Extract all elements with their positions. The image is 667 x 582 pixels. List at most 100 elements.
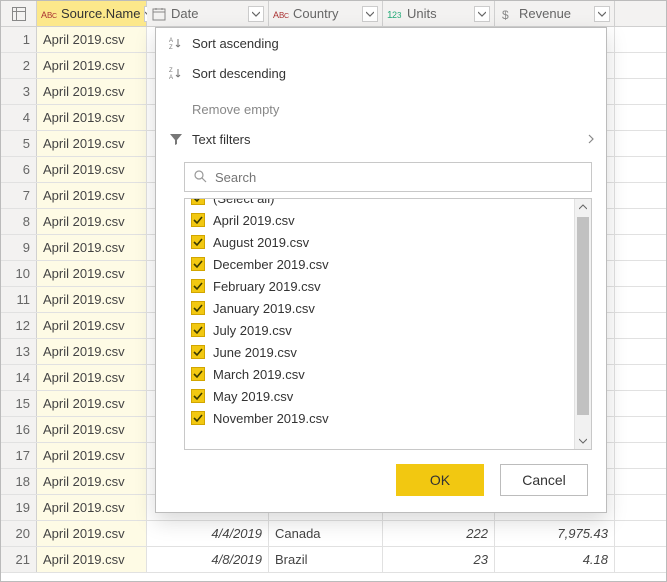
filter-item-label: July 2019.csv — [213, 323, 292, 338]
sort-descending[interactable]: ZA Sort descending — [156, 58, 606, 88]
scroll-down-icon[interactable] — [575, 433, 591, 449]
cell-source[interactable]: April 2019.csv — [37, 495, 147, 520]
table-row[interactable]: 21April 2019.csv4/8/2019Brazil234.18 — [1, 547, 666, 573]
checkbox-checked[interactable] — [191, 257, 205, 271]
cell-source[interactable]: April 2019.csv — [37, 443, 147, 468]
table-row[interactable]: 20April 2019.csv4/4/2019Canada2227,975.4… — [1, 521, 666, 547]
checkbox-checked[interactable] — [191, 345, 205, 359]
column-header-country[interactable]: ABC Country — [269, 1, 383, 26]
filter-item-label: April 2019.csv — [213, 213, 295, 228]
filter-item[interactable]: December 2019.csv — [191, 253, 568, 275]
filter-dropdown-button[interactable] — [594, 6, 610, 22]
cell-units[interactable]: 222 — [383, 521, 495, 546]
remove-empty[interactable]: Remove empty — [156, 94, 606, 124]
cell-source[interactable]: April 2019.csv — [37, 235, 147, 260]
column-header-date[interactable]: Date — [147, 1, 269, 26]
row-number: 11 — [1, 287, 37, 312]
row-number: 4 — [1, 105, 37, 130]
filter-item[interactable]: May 2019.csv — [191, 385, 568, 407]
row-number: 13 — [1, 339, 37, 364]
row-number: 10 — [1, 261, 37, 286]
cell-source[interactable]: April 2019.csv — [37, 547, 147, 572]
checkbox-checked[interactable] — [191, 213, 205, 227]
ok-button[interactable]: OK — [396, 464, 484, 496]
checkbox-checked[interactable] — [191, 235, 205, 249]
checkbox-checked[interactable] — [191, 323, 205, 337]
cell-date[interactable]: 4/8/2019 — [147, 547, 269, 572]
filter-dropdown-button[interactable] — [248, 6, 264, 22]
checkbox-checked[interactable] — [191, 301, 205, 315]
filter-item[interactable]: January 2019.csv — [191, 297, 568, 319]
filter-item[interactable]: April 2019.csv — [191, 209, 568, 231]
text-type-icon: ABC — [273, 6, 289, 22]
column-header-source[interactable]: ABC Source.Name — [37, 1, 147, 26]
cell-source[interactable]: April 2019.csv — [37, 469, 147, 494]
search-box[interactable] — [184, 162, 592, 192]
scrollbar[interactable] — [574, 199, 591, 449]
cell-source[interactable]: April 2019.csv — [37, 183, 147, 208]
cell-source[interactable]: April 2019.csv — [37, 417, 147, 442]
scroll-thumb[interactable] — [577, 217, 589, 415]
checkbox-checked[interactable] — [191, 411, 205, 425]
row-number: 9 — [1, 235, 37, 260]
cell-country[interactable]: Canada — [269, 521, 383, 546]
filter-item[interactable]: August 2019.csv — [191, 231, 568, 253]
svg-text:A: A — [169, 75, 173, 80]
scroll-up-icon[interactable] — [575, 199, 591, 215]
filter-item[interactable]: July 2019.csv — [191, 319, 568, 341]
filter-item[interactable]: March 2019.csv — [191, 363, 568, 385]
column-label: Country — [293, 6, 358, 21]
row-number: 1 — [1, 27, 37, 52]
cell-source[interactable]: April 2019.csv — [37, 365, 147, 390]
checkbox-checked[interactable] — [191, 279, 205, 293]
filter-dropdown-button[interactable] — [474, 6, 490, 22]
cell-country[interactable]: Brazil — [269, 547, 383, 572]
row-number: 21 — [1, 547, 37, 572]
column-label: Date — [171, 6, 244, 21]
menu-label: Text filters — [192, 132, 251, 147]
cell-source[interactable]: April 2019.csv — [37, 157, 147, 182]
checkbox-checked[interactable] — [191, 199, 205, 205]
cell-source[interactable]: April 2019.csv — [37, 131, 147, 156]
sort-ascending[interactable]: AZ Sort ascending — [156, 28, 606, 58]
checkbox-checked[interactable] — [191, 389, 205, 403]
cell-revenue[interactable]: 7,975.43 — [495, 521, 615, 546]
cell-source[interactable]: April 2019.csv — [37, 27, 147, 52]
sort-asc-icon: AZ — [166, 36, 186, 50]
menu-label: Sort descending — [192, 66, 286, 81]
row-number: 17 — [1, 443, 37, 468]
cancel-button[interactable]: Cancel — [500, 464, 588, 496]
checkbox-checked[interactable] — [191, 367, 205, 381]
column-header-units[interactable]: 123 Units — [383, 1, 495, 26]
cell-source[interactable]: April 2019.csv — [37, 313, 147, 338]
svg-text:3: 3 — [397, 11, 402, 20]
filter-dropdown-button[interactable] — [362, 6, 378, 22]
cell-source[interactable]: April 2019.csv — [37, 391, 147, 416]
cell-units[interactable]: 23 — [383, 547, 495, 572]
cell-date[interactable]: 4/4/2019 — [147, 521, 269, 546]
cell-source[interactable]: April 2019.csv — [37, 79, 147, 104]
search-icon — [193, 169, 207, 186]
filter-item[interactable]: June 2019.csv — [191, 341, 568, 363]
filter-item[interactable]: November 2019.csv — [191, 407, 568, 429]
cell-source[interactable]: April 2019.csv — [37, 339, 147, 364]
svg-text:A: A — [169, 38, 173, 44]
cell-revenue[interactable]: 4.18 — [495, 547, 615, 572]
cell-source[interactable]: April 2019.csv — [37, 105, 147, 130]
table-corner[interactable] — [1, 1, 37, 26]
filter-item[interactable]: (Select all) — [191, 199, 568, 209]
column-header-row: ABC Source.Name Date ABC Country 123 — [1, 1, 666, 27]
cell-source[interactable]: April 2019.csv — [37, 287, 147, 312]
column-header-revenue[interactable]: $ Revenue — [495, 1, 615, 26]
cell-source[interactable]: April 2019.csv — [37, 53, 147, 78]
cell-source[interactable]: April 2019.csv — [37, 261, 147, 286]
cell-source[interactable]: April 2019.csv — [37, 209, 147, 234]
date-type-icon — [151, 6, 167, 22]
cell-source[interactable]: April 2019.csv — [37, 521, 147, 546]
row-number: 12 — [1, 313, 37, 338]
row-number: 7 — [1, 183, 37, 208]
text-filters[interactable]: Text filters — [156, 124, 606, 154]
filter-item[interactable]: February 2019.csv — [191, 275, 568, 297]
row-number: 5 — [1, 131, 37, 156]
search-input[interactable] — [213, 169, 583, 186]
